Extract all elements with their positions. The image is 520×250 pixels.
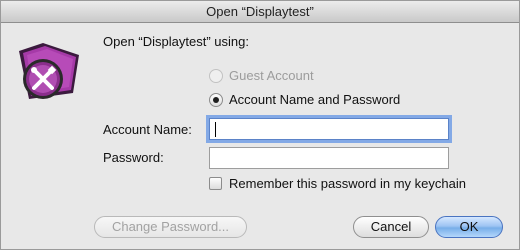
password-label: Password: (103, 150, 164, 165)
account-password-option[interactable]: Account Name and Password (209, 92, 400, 107)
remember-password-checkbox[interactable] (209, 177, 222, 190)
remember-password-label[interactable]: Remember this password in my keychain (229, 176, 466, 191)
open-file-dialog: Open “Displaytest” Open “Displaytest” us… (0, 0, 520, 250)
text-caret (215, 122, 216, 137)
account-password-label[interactable]: Account Name and Password (229, 92, 400, 107)
password-field[interactable] (209, 147, 449, 169)
account-name-field[interactable] (209, 118, 449, 140)
guest-account-option: Guest Account (209, 68, 314, 83)
account-name-label: Account Name: (103, 122, 192, 137)
filemaker-app-icon (19, 43, 79, 99)
guest-account-label: Guest Account (229, 68, 314, 83)
change-password-button[interactable]: Change Password... (94, 216, 247, 238)
guest-account-radio (209, 68, 223, 83)
dialog-prompt: Open “Displaytest” using: (103, 34, 249, 49)
ok-button[interactable]: OK (435, 216, 503, 238)
account-password-radio[interactable] (209, 92, 223, 107)
remember-password-option[interactable]: Remember this password in my keychain (209, 176, 466, 191)
dialog-title: Open “Displaytest” (1, 1, 519, 23)
cancel-button[interactable]: Cancel (353, 216, 429, 238)
